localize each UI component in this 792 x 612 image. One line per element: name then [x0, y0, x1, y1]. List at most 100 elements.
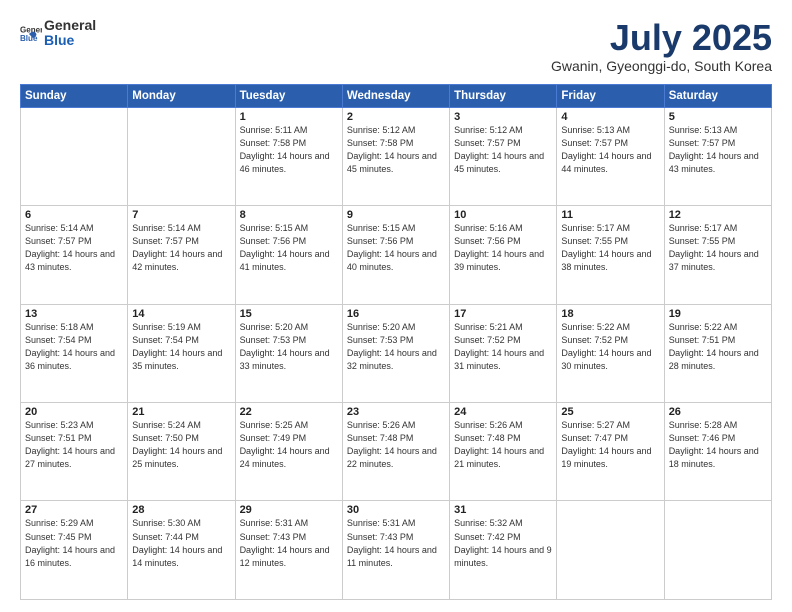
day-info: Sunrise: 5:29 AM Sunset: 7:45 PM Dayligh… [25, 517, 123, 569]
day-number: 6 [25, 209, 123, 221]
day-number: 12 [669, 209, 767, 221]
daylight-text: Daylight: 14 hours and 25 minutes. [132, 446, 222, 469]
sunset-text: Sunset: 7:55 PM [669, 236, 736, 246]
day-number: 7 [132, 209, 230, 221]
daylight-text: Daylight: 14 hours and 31 minutes. [454, 348, 544, 371]
sunset-text: Sunset: 7:50 PM [132, 433, 199, 443]
sunset-text: Sunset: 7:56 PM [347, 236, 414, 246]
day-number: 10 [454, 209, 552, 221]
table-row [557, 501, 664, 600]
sunset-text: Sunset: 7:56 PM [454, 236, 521, 246]
location-subtitle: Gwanin, Gyeonggi-do, South Korea [551, 58, 772, 74]
day-info: Sunrise: 5:13 AM Sunset: 7:57 PM Dayligh… [561, 124, 659, 176]
daylight-text: Daylight: 14 hours and 37 minutes. [669, 249, 759, 272]
table-row: 9 Sunrise: 5:15 AM Sunset: 7:56 PM Dayli… [342, 206, 449, 304]
logo: General Blue General Blue [20, 18, 96, 49]
table-row: 6 Sunrise: 5:14 AM Sunset: 7:57 PM Dayli… [21, 206, 128, 304]
sunset-text: Sunset: 7:43 PM [347, 532, 414, 542]
sunrise-text: Sunrise: 5:18 AM [25, 322, 94, 332]
day-info: Sunrise: 5:24 AM Sunset: 7:50 PM Dayligh… [132, 419, 230, 471]
day-info: Sunrise: 5:13 AM Sunset: 7:57 PM Dayligh… [669, 124, 767, 176]
day-number: 20 [25, 406, 123, 418]
day-number: 4 [561, 111, 659, 123]
sunrise-text: Sunrise: 5:23 AM [25, 420, 94, 430]
sunrise-text: Sunrise: 5:19 AM [132, 322, 201, 332]
sunset-text: Sunset: 7:57 PM [669, 138, 736, 148]
calendar-week-row: 27 Sunrise: 5:29 AM Sunset: 7:45 PM Dayl… [21, 501, 772, 600]
table-row: 8 Sunrise: 5:15 AM Sunset: 7:56 PM Dayli… [235, 206, 342, 304]
table-row: 20 Sunrise: 5:23 AM Sunset: 7:51 PM Dayl… [21, 403, 128, 501]
sunrise-text: Sunrise: 5:31 AM [347, 518, 416, 528]
table-row: 25 Sunrise: 5:27 AM Sunset: 7:47 PM Dayl… [557, 403, 664, 501]
logo-icon: General Blue [20, 22, 42, 44]
sunset-text: Sunset: 7:45 PM [25, 532, 92, 542]
logo-general-text: General [44, 18, 96, 33]
day-number: 9 [347, 209, 445, 221]
calendar-week-row: 1 Sunrise: 5:11 AM Sunset: 7:58 PM Dayli… [21, 107, 772, 205]
sunset-text: Sunset: 7:57 PM [561, 138, 628, 148]
day-info: Sunrise: 5:16 AM Sunset: 7:56 PM Dayligh… [454, 222, 552, 274]
sunrise-text: Sunrise: 5:12 AM [347, 125, 416, 135]
table-row [128, 107, 235, 205]
daylight-text: Daylight: 14 hours and 11 minutes. [347, 545, 437, 568]
day-number: 25 [561, 406, 659, 418]
sunset-text: Sunset: 7:46 PM [669, 433, 736, 443]
daylight-text: Daylight: 14 hours and 42 minutes. [132, 249, 222, 272]
table-row: 30 Sunrise: 5:31 AM Sunset: 7:43 PM Dayl… [342, 501, 449, 600]
table-row: 3 Sunrise: 5:12 AM Sunset: 7:57 PM Dayli… [450, 107, 557, 205]
sunset-text: Sunset: 7:48 PM [347, 433, 414, 443]
daylight-text: Daylight: 14 hours and 40 minutes. [347, 249, 437, 272]
day-info: Sunrise: 5:22 AM Sunset: 7:51 PM Dayligh… [669, 321, 767, 373]
day-info: Sunrise: 5:21 AM Sunset: 7:52 PM Dayligh… [454, 321, 552, 373]
table-row: 22 Sunrise: 5:25 AM Sunset: 7:49 PM Dayl… [235, 403, 342, 501]
daylight-text: Daylight: 14 hours and 44 minutes. [561, 151, 651, 174]
day-number: 26 [669, 406, 767, 418]
sunrise-text: Sunrise: 5:14 AM [132, 223, 201, 233]
sunset-text: Sunset: 7:52 PM [561, 335, 628, 345]
day-info: Sunrise: 5:15 AM Sunset: 7:56 PM Dayligh… [347, 222, 445, 274]
sunset-text: Sunset: 7:56 PM [240, 236, 307, 246]
col-wednesday: Wednesday [342, 84, 449, 107]
day-info: Sunrise: 5:31 AM Sunset: 7:43 PM Dayligh… [347, 517, 445, 569]
table-row: 21 Sunrise: 5:24 AM Sunset: 7:50 PM Dayl… [128, 403, 235, 501]
day-number: 28 [132, 504, 230, 516]
calendar-week-row: 13 Sunrise: 5:18 AM Sunset: 7:54 PM Dayl… [21, 304, 772, 402]
sunset-text: Sunset: 7:49 PM [240, 433, 307, 443]
day-number: 19 [669, 308, 767, 320]
sunrise-text: Sunrise: 5:20 AM [240, 322, 309, 332]
sunrise-text: Sunrise: 5:28 AM [669, 420, 738, 430]
table-row: 27 Sunrise: 5:29 AM Sunset: 7:45 PM Dayl… [21, 501, 128, 600]
col-saturday: Saturday [664, 84, 771, 107]
day-number: 27 [25, 504, 123, 516]
day-number: 24 [454, 406, 552, 418]
day-info: Sunrise: 5:23 AM Sunset: 7:51 PM Dayligh… [25, 419, 123, 471]
daylight-text: Daylight: 14 hours and 9 minutes. [454, 545, 552, 568]
daylight-text: Daylight: 14 hours and 21 minutes. [454, 446, 544, 469]
daylight-text: Daylight: 14 hours and 14 minutes. [132, 545, 222, 568]
day-info: Sunrise: 5:19 AM Sunset: 7:54 PM Dayligh… [132, 321, 230, 373]
sunrise-text: Sunrise: 5:29 AM [25, 518, 94, 528]
day-info: Sunrise: 5:27 AM Sunset: 7:47 PM Dayligh… [561, 419, 659, 471]
sunset-text: Sunset: 7:44 PM [132, 532, 199, 542]
sunrise-text: Sunrise: 5:26 AM [347, 420, 416, 430]
page: General Blue General Blue July 2025 Gwan… [0, 0, 792, 612]
calendar-header-row: Sunday Monday Tuesday Wednesday Thursday… [21, 84, 772, 107]
col-thursday: Thursday [450, 84, 557, 107]
day-info: Sunrise: 5:20 AM Sunset: 7:53 PM Dayligh… [240, 321, 338, 373]
table-row: 23 Sunrise: 5:26 AM Sunset: 7:48 PM Dayl… [342, 403, 449, 501]
table-row: 31 Sunrise: 5:32 AM Sunset: 7:42 PM Dayl… [450, 501, 557, 600]
daylight-text: Daylight: 14 hours and 35 minutes. [132, 348, 222, 371]
sunset-text: Sunset: 7:52 PM [454, 335, 521, 345]
sunset-text: Sunset: 7:53 PM [240, 335, 307, 345]
day-info: Sunrise: 5:28 AM Sunset: 7:46 PM Dayligh… [669, 419, 767, 471]
col-friday: Friday [557, 84, 664, 107]
day-number: 16 [347, 308, 445, 320]
sunset-text: Sunset: 7:47 PM [561, 433, 628, 443]
table-row: 7 Sunrise: 5:14 AM Sunset: 7:57 PM Dayli… [128, 206, 235, 304]
header: General Blue General Blue July 2025 Gwan… [20, 18, 772, 74]
title-block: July 2025 Gwanin, Gyeonggi-do, South Kor… [551, 18, 772, 74]
daylight-text: Daylight: 14 hours and 33 minutes. [240, 348, 330, 371]
daylight-text: Daylight: 14 hours and 43 minutes. [25, 249, 115, 272]
sunrise-text: Sunrise: 5:21 AM [454, 322, 523, 332]
table-row: 2 Sunrise: 5:12 AM Sunset: 7:58 PM Dayli… [342, 107, 449, 205]
